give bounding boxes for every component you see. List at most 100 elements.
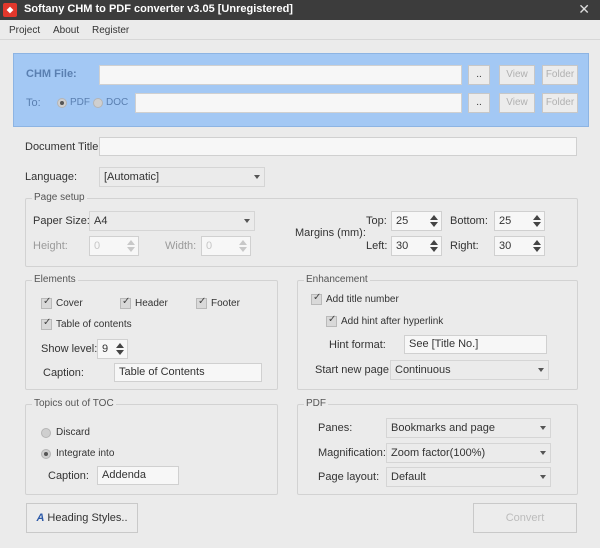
decrement-icon[interactable] [430, 247, 438, 252]
menu-about[interactable]: About [53, 25, 79, 36]
footer-label: Footer [211, 298, 240, 309]
window-title: Softany CHM to PDF converter v3.05 [Unre… [24, 3, 293, 15]
page-layout-label: Page layout: [318, 471, 380, 483]
topics-caption-input[interactable]: Addenda [97, 466, 179, 485]
top-margin-value: 25 [396, 215, 409, 227]
paper-size-select[interactable]: A4 [89, 211, 255, 231]
top-margin-stepper[interactable]: 25 [391, 211, 442, 231]
increment-icon[interactable] [239, 240, 247, 245]
magnification-select[interactable]: Zoom factor(100%) [386, 443, 551, 463]
decrement-icon[interactable] [127, 247, 135, 252]
height-label: Height: [33, 240, 68, 252]
height-value: 0 [94, 240, 101, 252]
decrement-icon[interactable] [430, 222, 438, 227]
language-select[interactable]: [Automatic] [99, 167, 265, 187]
paper-size-label: Paper Size: [33, 215, 90, 227]
pdf-radio[interactable] [57, 98, 67, 108]
bottom-margin-stepper[interactable]: 25 [494, 211, 545, 231]
right-margin-stepper[interactable]: 30 [494, 236, 545, 256]
discard-label: Discard [56, 427, 90, 438]
header-checkbox[interactable] [120, 296, 131, 309]
width-stepper[interactable]: 0 [201, 236, 251, 256]
convert-button[interactable]: Convert [473, 503, 577, 533]
increment-icon[interactable] [116, 343, 124, 348]
output-file-input[interactable] [135, 93, 462, 113]
chevron-down-icon [244, 219, 250, 223]
height-stepper[interactable]: 0 [89, 236, 139, 256]
increment-icon[interactable] [127, 240, 135, 245]
decrement-icon[interactable] [533, 222, 541, 227]
start-new-page-select[interactable]: Continuous [390, 360, 549, 380]
chm-view-button[interactable]: View [499, 65, 535, 85]
chevron-down-icon [540, 475, 546, 479]
increment-icon[interactable] [533, 240, 541, 245]
heading-styles-button[interactable]: A Heading Styles.. [26, 503, 138, 533]
show-level-value: 9 [102, 343, 109, 355]
elements-legend: Elements [32, 274, 78, 285]
bottom-margin-label: Bottom: [450, 215, 488, 227]
chm-file-input[interactable] [99, 65, 462, 85]
top-margin-label: Top: [366, 215, 387, 227]
menu-bar: Project About Register [0, 21, 600, 40]
topics-group: Topics out of TOC Discard Integrate into… [25, 398, 278, 495]
page-layout-select[interactable]: Default [386, 467, 551, 487]
output-folder-button[interactable]: Folder [542, 93, 578, 113]
page-setup-legend: Page setup [32, 192, 87, 203]
toc-checkbox[interactable] [41, 317, 52, 330]
chm-folder-button[interactable]: Folder [542, 65, 578, 85]
menu-register[interactable]: Register [92, 25, 129, 36]
toc-caption-input[interactable]: Table of Contents [114, 363, 262, 382]
add-hint-checkbox[interactable] [326, 314, 337, 327]
heading-styles-label: Heading Styles.. [47, 512, 128, 524]
menu-project[interactable]: Project [9, 25, 40, 36]
title-bar: Softany CHM to PDF converter v3.05 [Unre… [0, 0, 600, 20]
font-style-icon: A [36, 512, 45, 524]
right-margin-label: Right: [450, 240, 479, 252]
width-label: Width: [165, 240, 197, 252]
document-title-label: Document Title: [25, 141, 102, 153]
header-label: Header [135, 298, 168, 309]
increment-icon[interactable] [533, 215, 541, 220]
decrement-icon[interactable] [239, 247, 247, 252]
right-margin-value: 30 [499, 240, 512, 252]
toc-caption-label: Caption: [43, 367, 84, 379]
discard-radio[interactable] [41, 428, 51, 438]
panes-value: Bookmarks and page [391, 422, 495, 434]
decrement-icon[interactable] [533, 247, 541, 252]
close-icon[interactable]: ✕ [578, 1, 590, 18]
increment-icon[interactable] [430, 215, 438, 220]
page-layout-value: Default [391, 471, 426, 483]
left-margin-label: Left: [366, 240, 388, 252]
language-value: [Automatic] [104, 171, 160, 183]
to-label: To: [26, 97, 41, 109]
left-margin-stepper[interactable]: 30 [391, 236, 442, 256]
chevron-down-icon [540, 451, 546, 455]
show-level-label: Show level: [41, 343, 98, 355]
doc-radio[interactable] [93, 98, 103, 108]
increment-icon[interactable] [430, 240, 438, 245]
output-view-button[interactable]: View [499, 93, 535, 113]
pdf-legend: PDF [304, 398, 328, 409]
output-browse-button[interactable]: .. [468, 93, 490, 113]
toc-label: Table of contents [56, 319, 132, 330]
chevron-down-icon [540, 426, 546, 430]
chevron-down-icon [254, 175, 260, 179]
decrement-icon[interactable] [116, 350, 124, 355]
integrate-radio[interactable] [41, 449, 51, 459]
add-hint-label: Add hint after hyperlink [341, 316, 444, 327]
show-level-stepper[interactable]: 9 [97, 339, 128, 359]
cover-checkbox[interactable] [41, 296, 52, 309]
language-label: Language: [25, 171, 77, 183]
hint-format-label: Hint format: [329, 339, 386, 351]
width-value: 0 [206, 240, 213, 252]
panes-select[interactable]: Bookmarks and page [386, 418, 551, 438]
document-title-input[interactable] [99, 137, 577, 156]
enhancement-group: Enhancement Add title number Add hint af… [297, 274, 578, 390]
topics-legend: Topics out of TOC [32, 398, 116, 409]
chm-browse-button[interactable]: .. [468, 65, 490, 85]
pdf-group: PDF Panes: Bookmarks and page Magnificat… [297, 398, 578, 495]
footer-checkbox[interactable] [196, 296, 207, 309]
hint-format-input[interactable]: See [Title No.] [404, 335, 547, 354]
add-title-number-checkbox[interactable] [311, 292, 322, 305]
bottom-margin-value: 25 [499, 215, 512, 227]
